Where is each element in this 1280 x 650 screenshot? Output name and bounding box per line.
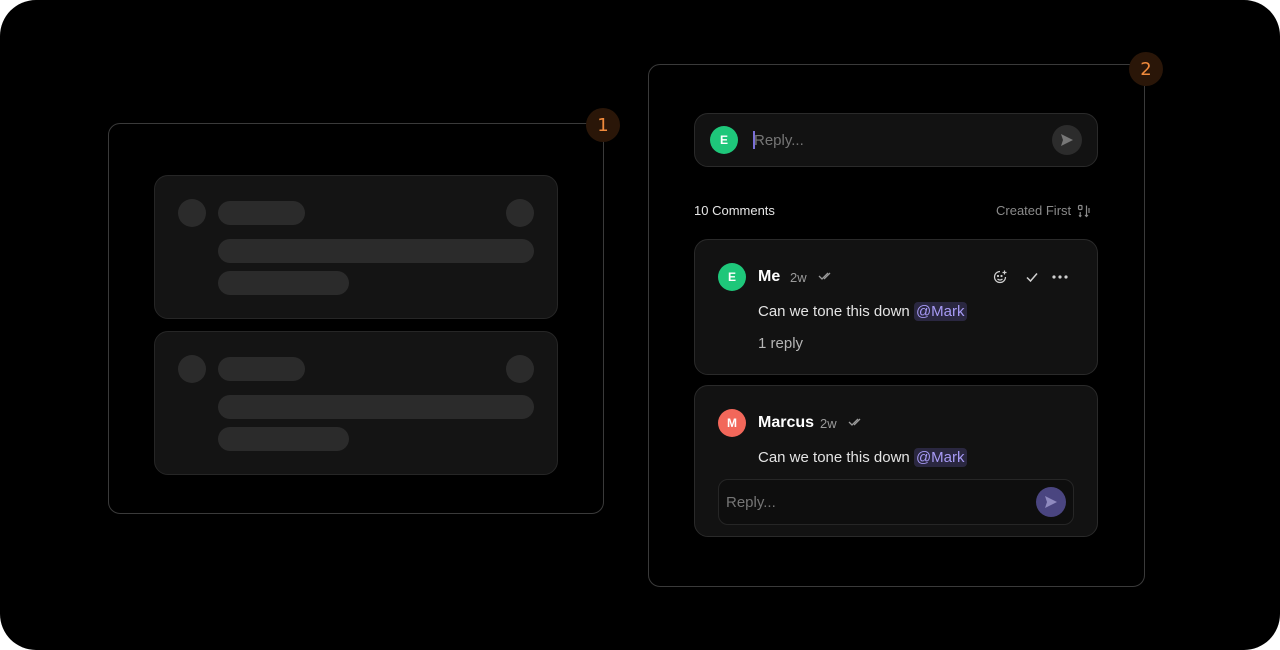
skeleton-avatar: [178, 355, 206, 383]
comment-time: 2w: [820, 416, 837, 431]
add-reaction-button[interactable]: [990, 267, 1010, 287]
comment-text: Can we tone this down: [758, 303, 914, 320]
comment-body: Can we tone this down @Mark: [758, 448, 967, 467]
avatar: E: [718, 263, 746, 291]
double-check-icon: [848, 418, 861, 426]
skeleton-line: [218, 271, 349, 295]
inline-reply-input[interactable]: [726, 492, 1016, 512]
avatar: E: [710, 126, 738, 154]
comment-time: 2w: [790, 270, 807, 285]
more-button[interactable]: [1050, 267, 1070, 287]
comment-body: Can we tone this down @Mark: [758, 302, 967, 321]
skeleton-line: [218, 201, 305, 225]
mention-link[interactable]: @Mark: [913, 302, 967, 321]
send-icon: [1045, 496, 1057, 508]
comments-count: 10 Comments: [694, 203, 775, 218]
avatar: M: [718, 409, 746, 437]
replies-link[interactable]: 1 reply: [758, 335, 803, 352]
comment-author: Marcus: [758, 414, 815, 431]
sort-button[interactable]: Created First: [996, 203, 1091, 218]
skeleton-line: [218, 357, 305, 381]
mention-link[interactable]: @Mark: [913, 448, 967, 467]
step-badge-1: 1: [586, 108, 620, 142]
send-button[interactable]: [1052, 125, 1082, 155]
skeleton-line: [218, 427, 349, 451]
skeleton-line: [218, 239, 534, 263]
skeleton-line: [218, 395, 534, 419]
skeleton-action: [506, 355, 534, 383]
step-badge-2: 2: [1129, 52, 1163, 86]
sort-label: Created First: [996, 203, 1072, 218]
more-horizontal-icon: [1052, 275, 1068, 279]
reply-input[interactable]: [754, 130, 1034, 150]
sort-icon: [1078, 204, 1090, 217]
check-icon: [1026, 273, 1038, 283]
comment-text: Can we tone this down: [758, 449, 914, 466]
double-check-icon: [818, 272, 831, 280]
skeleton-action: [506, 199, 534, 227]
canvas: 1 2 E 10 Comments Created First E Me 2w: [0, 0, 1280, 650]
comment-author: Me: [758, 268, 781, 285]
skeleton-avatar: [178, 199, 206, 227]
send-icon: [1061, 134, 1073, 146]
send-button[interactable]: [1036, 487, 1066, 517]
resolve-button[interactable]: [1022, 267, 1042, 287]
emoji-add-icon: [993, 270, 1007, 284]
